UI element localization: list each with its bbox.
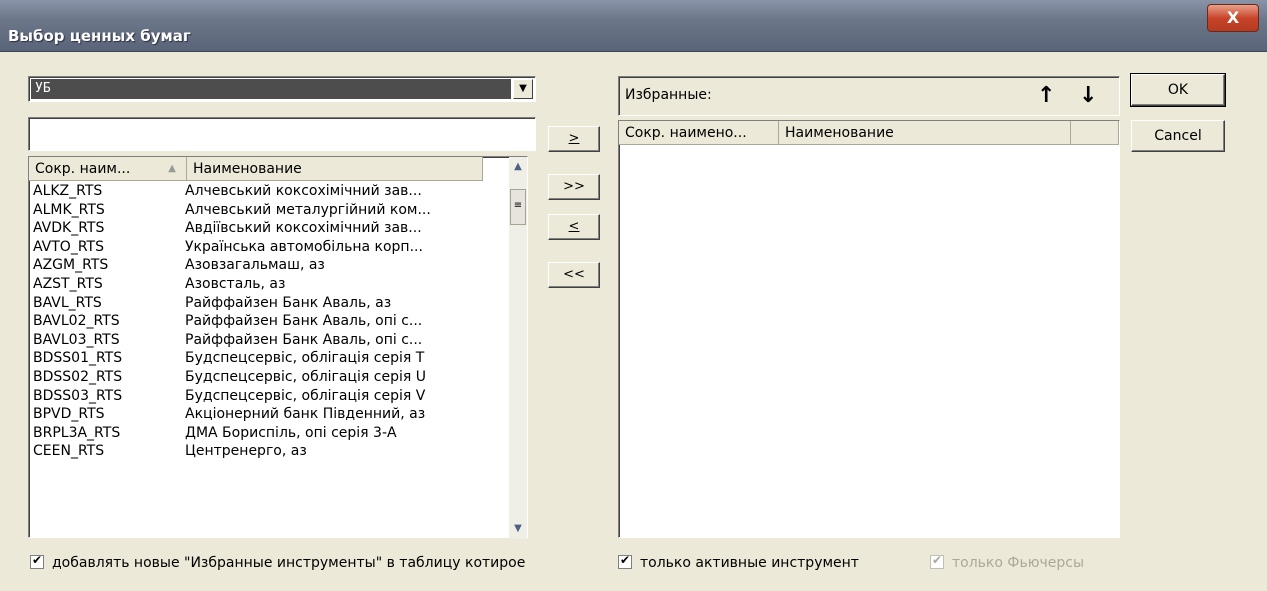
checkbox-label: добавлять новые "Избранные инструменты" … — [52, 555, 526, 571]
cell-short-name: ALMK_RTS — [33, 201, 105, 218]
move-up-icon[interactable]: ↑ — [1037, 83, 1055, 108]
cell-name: Акціонерний банк Південний, аз — [185, 406, 426, 423]
fav-column-header-name[interactable]: Наименование — [779, 121, 1071, 145]
window-title: Выбор ценных бумаг — [8, 27, 191, 45]
sort-asc-icon: ▲ — [168, 163, 176, 174]
add-selected-label: > — [568, 131, 580, 146]
checkbox-label: только активные инструмент — [640, 555, 859, 571]
cell-name: Райффайзен Банк Аваль, опі с... — [185, 331, 423, 348]
checkbox-checked-icon — [930, 553, 944, 569]
cell-short-name: AZGM_RTS — [33, 257, 109, 274]
add-selected-button[interactable]: > — [548, 126, 600, 152]
cell-name: Будспецсервіс, облігація серія V — [185, 387, 426, 404]
remove-selected-button[interactable]: < — [548, 214, 600, 240]
table-row[interactable]: ALKZ_RTS Алчевський коксохімічний зав... — [29, 182, 505, 201]
column-header-name[interactable]: Наименование — [187, 157, 483, 181]
table-row[interactable]: BDSS01_RTS Будспецсервіс, облігація серія… — [29, 349, 505, 368]
cell-name: Азовзагальмаш, аз — [185, 257, 325, 274]
scroll-down-icon[interactable]: ▼ — [510, 521, 526, 537]
column-header-label: Сокр. наим... — [35, 161, 131, 177]
table-row[interactable]: AZST_RTS Азовсталь, аз — [29, 275, 505, 294]
table-row[interactable]: BDSS02_RTS Будспецсервіс, облігація серія… — [29, 368, 505, 387]
fav-column-header-short-name[interactable]: Сокр. наимено... — [619, 121, 779, 145]
add-all-button[interactable]: >> — [548, 174, 600, 200]
cell-name: Алчевський коксохімічний зав... — [185, 183, 422, 199]
cell-short-name: BAVL_RTS — [33, 294, 102, 311]
table-row[interactable]: BDSS03_RTS Будспецсервіс, облігація серія… — [29, 387, 505, 406]
cell-short-name: ALKZ_RTS — [33, 183, 103, 199]
remove-selected-label: < — [568, 219, 580, 234]
cell-short-name: BRPL3A_RTS — [33, 424, 121, 441]
cell-short-name: BDSS03_RTS — [33, 387, 123, 404]
cell-short-name: BPVD_RTS — [33, 406, 105, 423]
only-active-checkbox[interactable]: только активные инструмент — [618, 553, 859, 571]
move-down-icon[interactable]: ↓ — [1079, 83, 1097, 108]
cell-short-name: AVTO_RTS — [33, 238, 104, 255]
cell-name: Азовсталь, аз — [185, 275, 286, 292]
cell-name: Українська автомобільна корп... — [185, 238, 423, 255]
checkbox-checked-icon[interactable] — [618, 553, 632, 569]
available-instruments-list[interactable]: Сокр. наим... ▲ Наименование ALKZ_RTS Алч… — [28, 156, 528, 539]
table-row[interactable]: AVDK_RTS Авдіївський коксохімічний зав... — [29, 219, 505, 238]
add-new-favorites-checkbox[interactable]: добавлять новые "Избранные инструменты" … — [30, 553, 526, 571]
scroll-thumb[interactable]: ≡ — [510, 189, 526, 225]
cell-name: Авдіївський коксохімічний зав... — [185, 220, 422, 237]
table-row[interactable]: ALMK_RTS Алчевський металургійний ком... — [29, 201, 505, 220]
favorites-list[interactable]: Сокр. наимено... Наименование — [618, 120, 1120, 538]
cell-short-name: BDSS01_RTS — [33, 350, 123, 367]
rows-container: ALKZ_RTS Алчевський коксохімічний зав... A… — [29, 182, 505, 461]
cell-short-name: CEEN_RTS — [33, 443, 105, 460]
table-row[interactable]: AVTO_RTS Українська автомобільна корп... — [29, 238, 505, 257]
scroll-up-icon[interactable]: ▲ — [510, 159, 526, 175]
cell-name: Алчевський металургійний ком... — [185, 201, 431, 218]
table-row[interactable]: AZGM_RTS Азовзагальмаш, аз — [29, 256, 505, 275]
table-row[interactable]: BPVD_RTS Акціонерний банк Південний, аз — [29, 405, 505, 424]
column-header-short-name[interactable]: Сокр. наим... ▲ — [29, 157, 187, 181]
table-row[interactable]: BRPL3A_RTS ДМА Бориспіль, опі серія 3-А — [29, 424, 505, 443]
close-button[interactable]: X — [1207, 4, 1259, 32]
title-bar: Выбор ценных бумаг X — [0, 0, 1267, 52]
cell-short-name: BAVL03_RTS — [33, 331, 120, 348]
ok-button[interactable]: OK — [1130, 73, 1226, 107]
cell-name: Будспецсервіс, облігація серія T — [185, 350, 425, 367]
cell-short-name: BAVL02_RTS — [33, 313, 120, 330]
cell-name: Райффайзен Банк Аваль, аз — [185, 294, 392, 311]
fav-column-header-empty[interactable] — [1071, 121, 1119, 145]
remove-all-button[interactable]: << — [548, 262, 600, 288]
cell-name: Райффайзен Банк Аваль, опі с... — [185, 313, 423, 330]
filter-input[interactable] — [28, 117, 536, 151]
cell-short-name: AVDK_RTS — [33, 220, 105, 237]
chevron-down-icon[interactable]: ▼ — [513, 79, 533, 99]
group-select-value: УБ — [31, 79, 511, 99]
cell-name: Центренерго, аз — [185, 443, 307, 460]
only-futures-checkbox: только Фьючерсы — [930, 553, 1085, 571]
favorites-header: Избранные: ↑ ↓ — [618, 76, 1120, 116]
cell-short-name: BDSS02_RTS — [33, 368, 123, 385]
checkbox-label: только Фьючерсы — [952, 555, 1085, 571]
table-row[interactable]: BAVL02_RTS Райффайзен Банк Аваль, опі с..… — [29, 312, 505, 331]
cancel-button[interactable]: Cancel — [1131, 120, 1225, 152]
table-row[interactable]: BAVL03_RTS Райффайзен Банк Аваль, опі с..… — [29, 331, 505, 350]
favorites-label: Избранные: — [625, 87, 712, 103]
table-row[interactable]: BAVL_RTS Райффайзен Банк Аваль, аз — [29, 294, 505, 313]
checkbox-checked-icon[interactable] — [30, 553, 44, 569]
cell-name: Будспецсервіс, облігація серія U — [185, 368, 426, 385]
cell-short-name: AZST_RTS — [33, 275, 103, 292]
table-row[interactable]: CEEN_RTS Центренерго, аз — [29, 442, 505, 461]
vertical-scrollbar[interactable]: ▲ ≡ ▼ — [509, 157, 527, 539]
group-select[interactable]: УБ ▼ — [28, 76, 536, 102]
cell-name: ДМА Бориспіль, опі серія 3-А — [185, 424, 397, 441]
